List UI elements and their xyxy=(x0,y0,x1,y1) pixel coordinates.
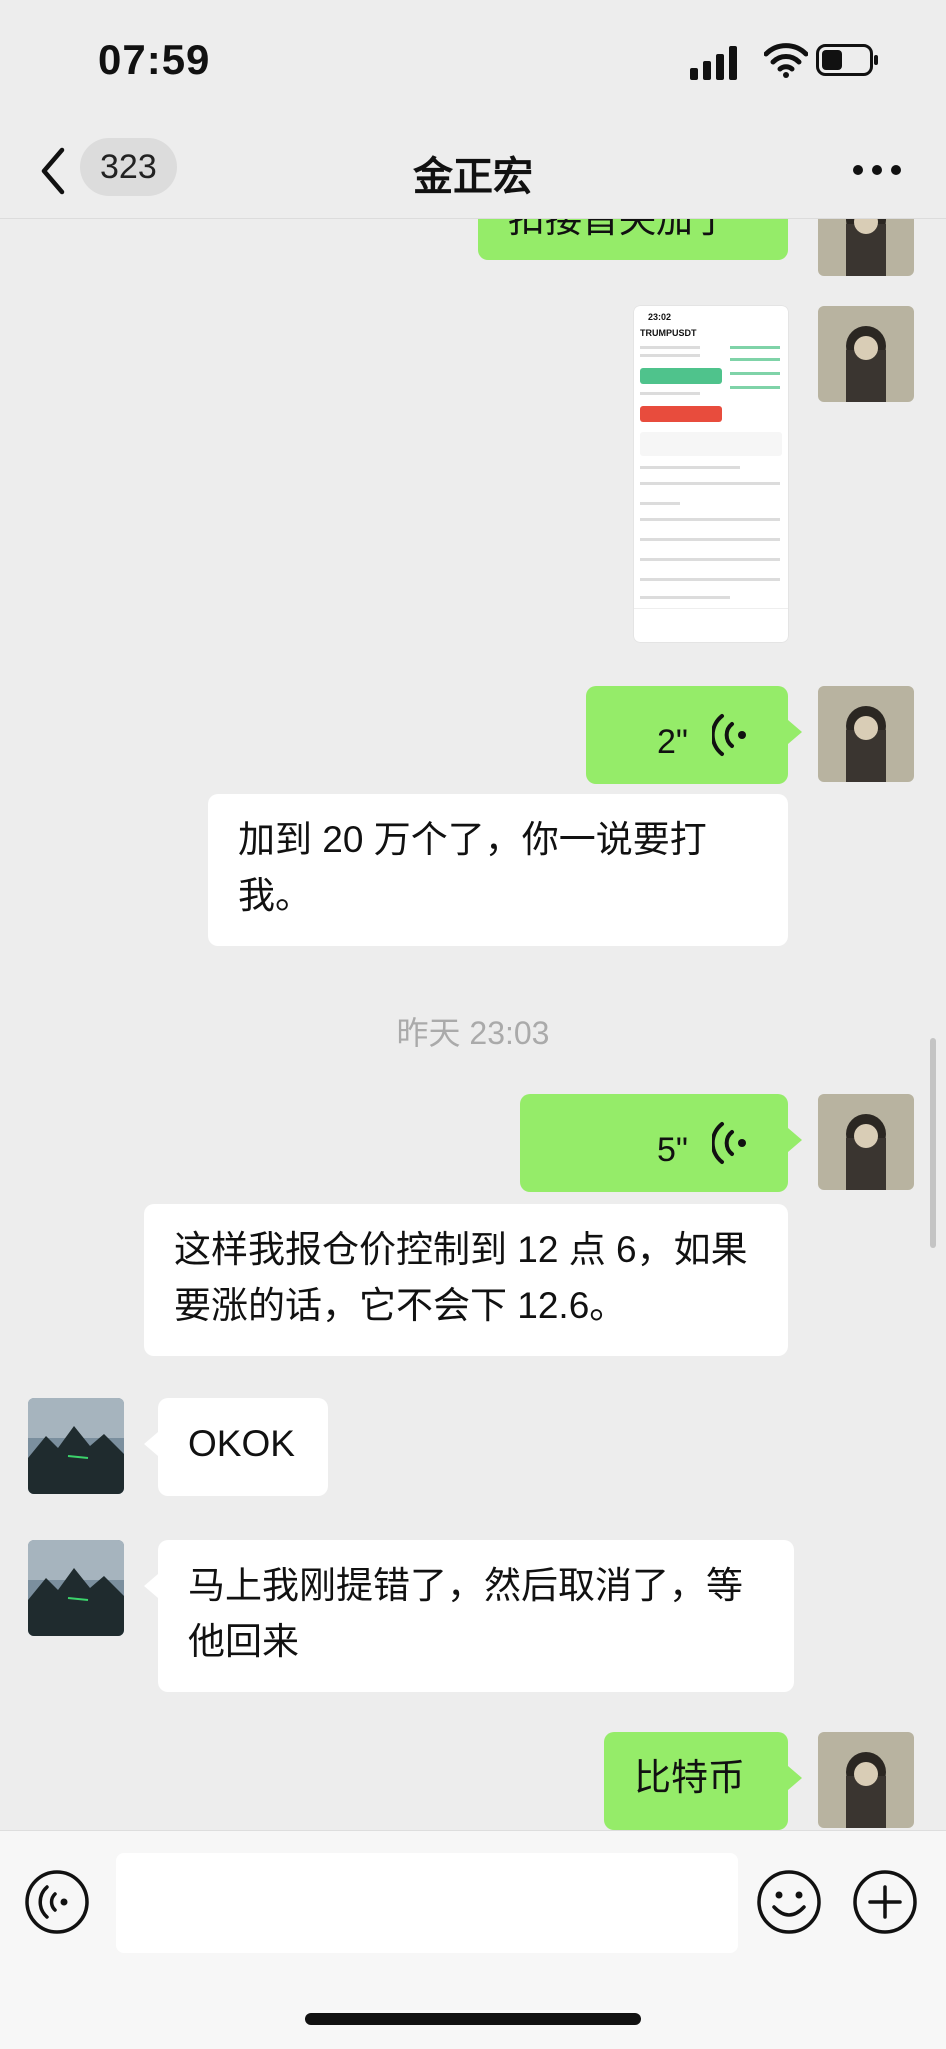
my-avatar[interactable] xyxy=(818,1732,914,1828)
contact-avatar[interactable] xyxy=(28,1540,124,1636)
input-bar xyxy=(0,1830,946,2049)
my-avatar[interactable] xyxy=(818,306,914,402)
battery-icon xyxy=(816,44,878,76)
voice-wave-icon xyxy=(712,714,746,756)
thumb-banner xyxy=(640,432,782,456)
message-timestamp: 昨天 23:03 xyxy=(396,1015,550,1051)
home-indicator[interactable] xyxy=(305,2013,641,2025)
thumb-buy-bar xyxy=(640,368,722,384)
message-bubble-text[interactable]: 加到 20 万个了，你一说要打我。 xyxy=(208,794,788,946)
my-avatar[interactable] xyxy=(818,686,914,782)
chat-header: 323 金正宏 xyxy=(0,130,946,219)
message-bubble-sent[interactable]: 扣接首央加了 xyxy=(478,218,788,260)
voice-message[interactable]: 5" xyxy=(520,1094,802,1192)
chat-title: 金正宏 xyxy=(413,155,533,199)
plus-icon[interactable] xyxy=(852,1869,918,1935)
contact-avatar[interactable] xyxy=(28,1398,124,1494)
emoji-icon[interactable] xyxy=(756,1869,822,1935)
more-options-icon[interactable] xyxy=(852,160,902,180)
message-input[interactable] xyxy=(116,1853,738,1953)
message-bubble-received[interactable]: 马上我刚提错了，然后取消了，等他回来 xyxy=(144,1540,794,1692)
my-avatar[interactable] xyxy=(818,1094,914,1190)
thumb-sell-bar xyxy=(640,406,722,422)
status-bar: 07:59 xyxy=(0,0,946,130)
cellular-signal-icon xyxy=(690,46,737,80)
message-list[interactable]: 扣接首央加了 23:02 TRUMPUSDT 2" 加到 20 万个了，你一说要… xyxy=(0,218,946,1830)
scrollbar[interactable] xyxy=(930,1038,936,1248)
voice-wave-icon xyxy=(712,1122,746,1164)
status-time: 07:59 xyxy=(98,36,211,83)
my-avatar[interactable] xyxy=(818,218,914,276)
message-bubble-received[interactable]: OKOK xyxy=(144,1398,328,1496)
wifi-icon xyxy=(764,43,808,78)
voice-message[interactable]: 2" xyxy=(586,686,802,784)
voice-input-icon[interactable] xyxy=(24,1869,90,1935)
thumb-tab-bar xyxy=(634,608,788,642)
image-message[interactable]: 23:02 TRUMPUSDT xyxy=(634,306,788,642)
message-bubble-text[interactable]: 这样我报仓价控制到 12 点 6，如果要涨的话，它不会下 12.6。 xyxy=(144,1204,788,1356)
message-bubble-sent[interactable]: 比特币 xyxy=(604,1732,802,1830)
